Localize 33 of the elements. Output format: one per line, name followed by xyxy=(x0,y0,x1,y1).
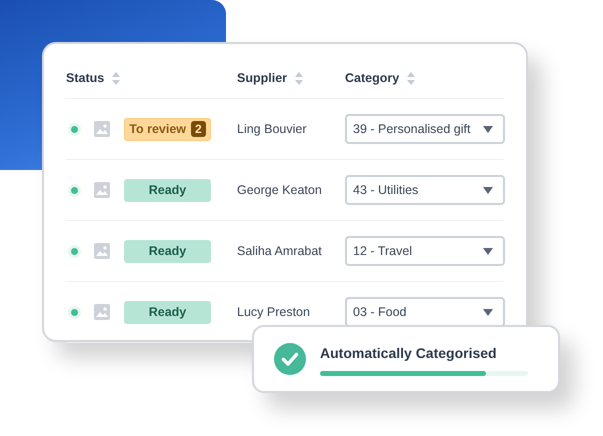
count-badge: 2 xyxy=(191,121,206,137)
category-dropdown[interactable]: 39 - Personalised gift xyxy=(345,114,505,144)
check-icon xyxy=(274,343,306,375)
caret-icon xyxy=(483,308,493,316)
column-header[interactable]: Category xyxy=(345,71,504,85)
image-icon[interactable] xyxy=(94,304,110,320)
status-dot xyxy=(71,248,78,254)
status-dot xyxy=(71,186,78,194)
sort-icon[interactable] xyxy=(112,72,120,84)
notification-title: Automatically Categorised xyxy=(320,344,498,360)
status-badge: Ready xyxy=(124,240,211,262)
sort-icon[interactable] xyxy=(407,72,416,84)
status-dot xyxy=(71,126,78,132)
column-header[interactable]: Supplier xyxy=(237,71,345,85)
status-dot xyxy=(71,308,78,316)
caret-icon xyxy=(483,248,493,254)
supplier-name: George Keaton xyxy=(237,183,323,197)
caret-icon xyxy=(483,126,493,132)
image-icon[interactable] xyxy=(94,243,110,259)
category-dropdown[interactable]: 43 - Utilities xyxy=(345,175,505,205)
supplier-name: Saliha Amrabat xyxy=(237,244,323,258)
supplier-name: Ling Bouvier xyxy=(237,122,308,136)
supplier-name: Lucy Preston xyxy=(237,305,311,319)
column-header[interactable]: Status xyxy=(66,71,237,85)
image-icon[interactable] xyxy=(94,182,110,198)
category-dropdown[interactable]: 12 - Travel xyxy=(345,236,505,266)
category-dropdown[interactable]: 03 - Food xyxy=(345,297,505,327)
image-icon[interactable] xyxy=(94,121,110,137)
caret-icon xyxy=(483,186,493,194)
status-badge: Ready xyxy=(124,178,211,202)
sort-icon[interactable] xyxy=(295,72,304,84)
status-badge: Ready xyxy=(124,300,211,324)
status-badge: To review 2 xyxy=(124,118,211,140)
